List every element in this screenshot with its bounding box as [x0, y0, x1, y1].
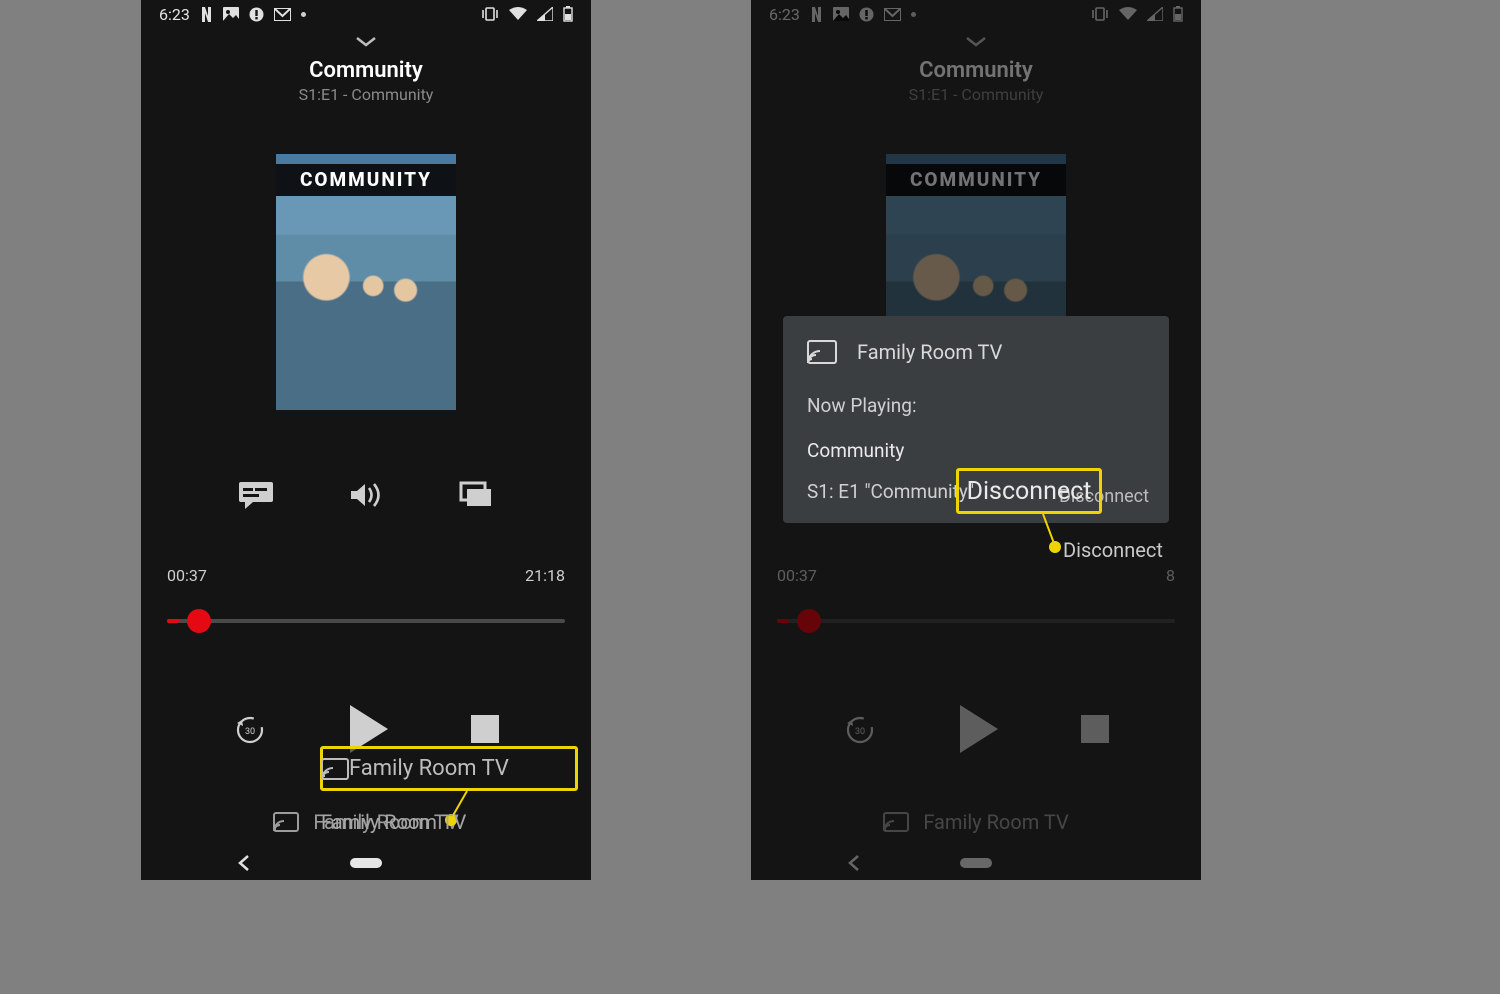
annotation-label: Family Room TV — [321, 810, 466, 834]
phone-screenshot-left: 6:23 Community S1:E1 - Community COMMUNI… — [141, 0, 591, 880]
annotation-box-label: Family Room TV — [349, 756, 509, 781]
annotation-callout: Family Room TV Family Room TV — [141, 0, 591, 880]
phone-screenshot-right: 6:23 Community S1:E1 - Community — [751, 0, 1201, 880]
annotation-label: Disconnect — [1063, 538, 1163, 562]
annotation-callout: Disconnect Disconnect — [751, 0, 1201, 880]
annotation-box-label: Disconnect — [967, 477, 1092, 506]
